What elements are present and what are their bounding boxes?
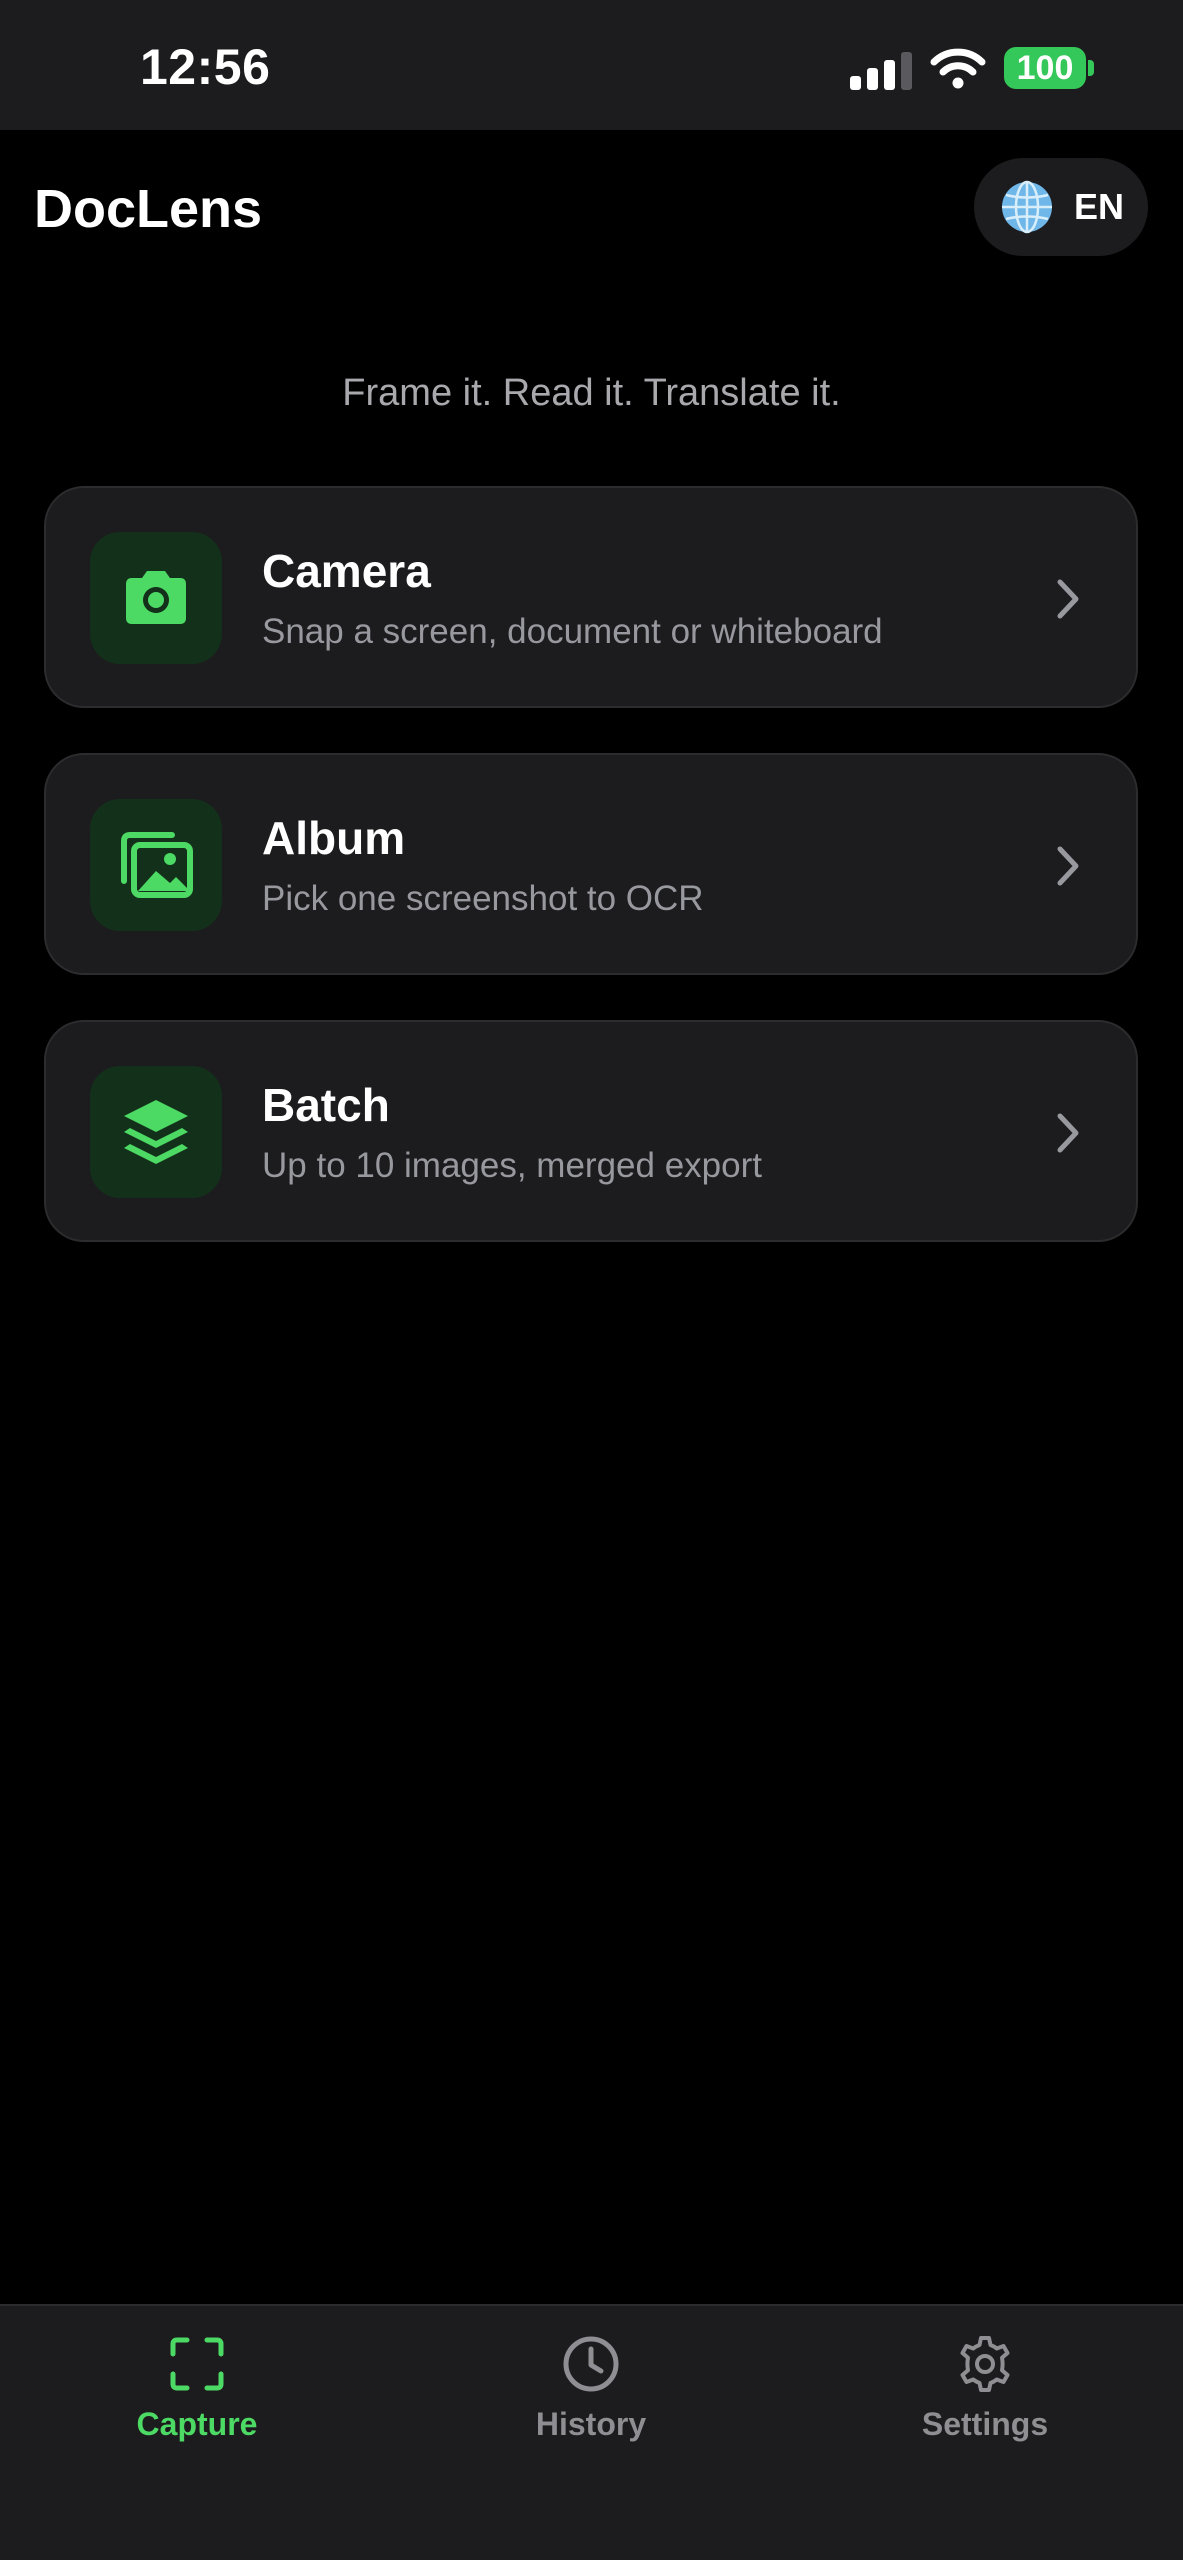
batch-icon-tile: [90, 1066, 222, 1198]
layers-icon: [124, 1100, 188, 1164]
album-icon-tile: [90, 799, 222, 931]
tab-bar: Capture History Settings: [0, 2304, 1183, 2560]
chevron-right-icon: [1057, 846, 1079, 886]
tagline: Frame it. Read it. Translate it.: [342, 372, 841, 414]
scan-frame-icon: [170, 2337, 224, 2391]
signal-icon: [850, 50, 914, 90]
battery-icon: 100: [1004, 47, 1086, 89]
wifi-icon: [930, 48, 986, 89]
app-title: DocLens: [34, 179, 263, 239]
status-time: 12:56: [140, 39, 271, 95]
tab-settings-label: Settings: [921, 2406, 1049, 2442]
album-option-subtitle: Pick one screenshot to OCR: [262, 879, 704, 918]
battery-tip: [1088, 60, 1094, 76]
album-option-title: Album: [262, 812, 406, 864]
tab-settings[interactable]: Settings: [788, 2306, 1182, 2506]
chevron-right-icon: [1057, 579, 1079, 619]
camera-option-card[interactable]: Camera Snap a screen, document or whiteb…: [44, 486, 1138, 708]
batch-option-card[interactable]: Batch Up to 10 images, merged export: [44, 1020, 1138, 1242]
gear-icon: [960, 2336, 1010, 2392]
camera-option-subtitle: Snap a screen, document or whiteboard: [262, 612, 883, 651]
language-button[interactable]: EN: [974, 158, 1148, 256]
camera-icon: [126, 571, 186, 624]
tab-history-label: History: [535, 2406, 647, 2442]
tab-history[interactable]: History: [394, 2306, 788, 2506]
album-option-card[interactable]: Album Pick one screenshot to OCR: [44, 753, 1138, 975]
status-bar: 12:56 100: [0, 0, 1183, 130]
tab-capture-label: Capture: [136, 2406, 258, 2442]
clock-icon: [563, 2336, 619, 2392]
batch-option-subtitle: Up to 10 images, merged export: [262, 1146, 762, 1185]
batch-option-title: Batch: [262, 1079, 390, 1131]
tab-capture[interactable]: Capture: [0, 2306, 394, 2506]
camera-option-title: Camera: [262, 545, 431, 597]
images-icon: [121, 832, 193, 898]
language-label: EN: [1074, 186, 1125, 227]
camera-icon-tile: [90, 532, 222, 664]
chevron-right-icon: [1057, 1113, 1079, 1153]
globe-icon: [1002, 180, 1052, 234]
